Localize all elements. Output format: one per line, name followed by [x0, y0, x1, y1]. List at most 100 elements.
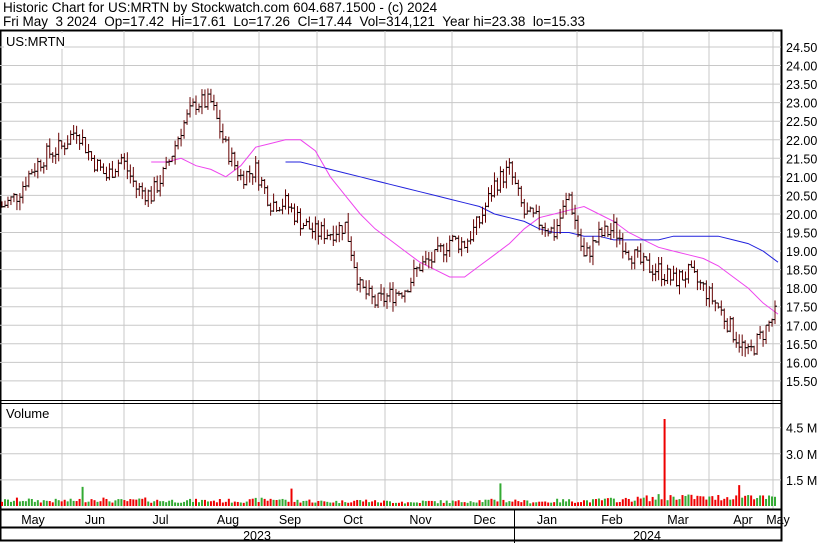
- volume-bar: [732, 499, 735, 506]
- volume-bar: [344, 502, 347, 506]
- volume-bar: [559, 502, 562, 506]
- volume-bar: [651, 496, 654, 506]
- volume-bar: [738, 485, 741, 506]
- volume-bar: [42, 500, 45, 506]
- volume-axis: 4.5 M 3.0 M 1.5 M: [786, 422, 817, 488]
- volume-bar: [430, 500, 433, 506]
- volume-bar: [386, 500, 389, 506]
- volume-bar: [666, 500, 669, 506]
- month-label: Apr: [733, 513, 752, 527]
- price-tick-label: 17.50: [786, 301, 817, 315]
- volume-bar: [580, 502, 583, 506]
- price-axis: 24.50 24.00 23.50 23.00 22.50 22.00 21.50 21.00…: [786, 41, 817, 389]
- volume-bar: [588, 502, 591, 506]
- volume-bar: [469, 501, 472, 506]
- volume-bar: [251, 498, 254, 506]
- volume-bar: [57, 500, 60, 506]
- price-tick-label: 24.00: [786, 60, 817, 74]
- month-axis: May Jun Jul Aug Sep Oct Nov Dec Jan Feb Mar Apr May: [21, 513, 790, 527]
- volume-bar: [162, 501, 165, 506]
- volume-bar: [439, 500, 442, 506]
- volume-bar: [12, 500, 15, 506]
- volume-bar: [624, 497, 627, 506]
- price-tick-label: 23.00: [786, 97, 817, 111]
- volume-bar: [774, 496, 777, 506]
- volume-bar: [648, 501, 651, 506]
- volume-bar: [529, 503, 532, 506]
- volume-bar: [454, 501, 457, 506]
- volume-bar: [180, 502, 183, 506]
- year-label: 2023: [243, 529, 271, 543]
- price-tick-label: 15.50: [786, 375, 817, 389]
- volume-bar: [248, 499, 251, 506]
- month-label: May: [766, 513, 790, 527]
- volume-bar: [594, 499, 597, 506]
- volume-bar: [332, 502, 335, 506]
- volume-tick-label: 1.5 M: [786, 474, 817, 488]
- volume-bar: [230, 502, 233, 506]
- volume-bar: [102, 497, 105, 506]
- volume-bar: [63, 499, 66, 506]
- volume-bar: [544, 501, 547, 506]
- volume-bar: [177, 502, 180, 506]
- volume-bar: [3, 499, 6, 506]
- volume-bar: [329, 502, 332, 506]
- volume-bar: [771, 496, 774, 506]
- volume-bar: [574, 502, 577, 506]
- price-tick-label: 23.50: [786, 78, 817, 92]
- volume-bar: [227, 498, 230, 506]
- volume-bar: [720, 500, 723, 506]
- volume-bar: [535, 502, 538, 506]
- symbol-label: US:MRTN: [6, 34, 65, 49]
- stock-chart: US:MRTN Volume 24.50 24.00 23.50 23.00 22.50…: [0, 29, 817, 543]
- volume-bar: [153, 501, 156, 506]
- volume-bar: [21, 500, 24, 506]
- volume-bar: [663, 419, 666, 506]
- price-tick-label: 22.00: [786, 134, 817, 148]
- volume-bar: [657, 494, 660, 506]
- volume-label: Volume: [6, 406, 49, 421]
- volume-bar: [171, 499, 174, 506]
- month-label: Feb: [601, 513, 623, 527]
- volume-bar: [209, 501, 212, 506]
- volume-bar: [320, 500, 323, 506]
- volume-bar: [239, 502, 242, 506]
- volume-bar: [768, 495, 771, 506]
- volume-bar: [30, 499, 33, 506]
- volume-bar: [541, 501, 544, 506]
- volume-bar: [192, 501, 195, 506]
- volume-tick-label: 4.5 M: [786, 422, 817, 436]
- volume-bar: [496, 501, 499, 506]
- volume-bar: [639, 498, 642, 506]
- volume-bar: [81, 486, 84, 506]
- volume-bar: [78, 498, 81, 506]
- volume-bar: [186, 500, 189, 506]
- volume-bar: [236, 501, 239, 506]
- volume-bar: [33, 501, 36, 506]
- volume-bar: [126, 501, 129, 506]
- price-tick-label: 20.00: [786, 208, 817, 222]
- volume-bar: [69, 498, 72, 506]
- volume-bar: [377, 502, 380, 506]
- price-tick-label: 16.00: [786, 356, 817, 370]
- volume-bar: [195, 498, 197, 506]
- volume-bar: [150, 502, 153, 506]
- price-tick-label: 24.50: [786, 41, 817, 55]
- volume-bar: [15, 497, 18, 506]
- volume-bar: [487, 499, 490, 506]
- volume-bar: [90, 499, 93, 506]
- volume-bar: [550, 502, 553, 506]
- volume-bar: [197, 502, 200, 506]
- volume-bar: [254, 497, 257, 506]
- volume-bar: [660, 499, 663, 506]
- volume-bar: [556, 498, 559, 506]
- volume-bar: [245, 501, 248, 506]
- volume-bar: [753, 499, 756, 506]
- volume-bar: [296, 499, 299, 506]
- volume-bar: [380, 502, 383, 506]
- volume-bar: [726, 497, 729, 506]
- volume-bar: [391, 502, 394, 506]
- volume-bar: [338, 503, 341, 506]
- volume-bar: [314, 502, 317, 506]
- month-label: Jul: [153, 513, 169, 527]
